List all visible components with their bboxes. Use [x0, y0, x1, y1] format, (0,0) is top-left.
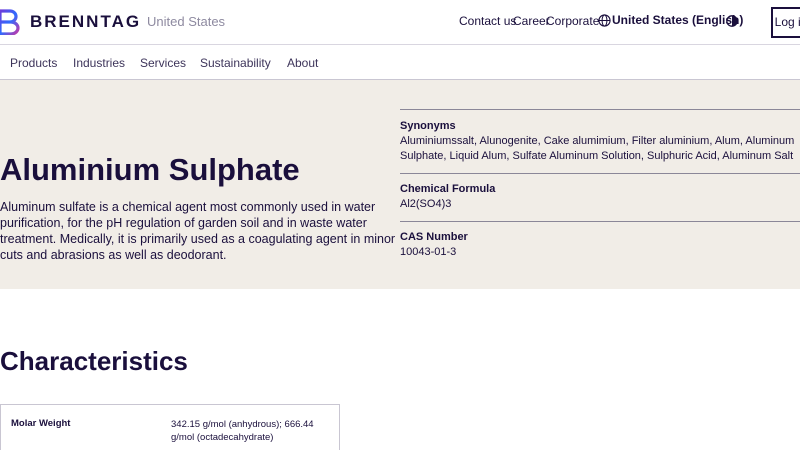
- language-label: United States (English): [612, 13, 744, 27]
- nav-item-sustainability[interactable]: Sustainability: [200, 56, 271, 70]
- molar-weight-label: Molar Weight: [11, 418, 71, 429]
- contrast-icon[interactable]: [726, 15, 738, 27]
- synonyms-label: Synonyms: [400, 120, 456, 132]
- main-nav: Products Industries Services Sustainabil…: [0, 45, 800, 80]
- cas-block: CAS Number 10043-01-3: [400, 221, 800, 260]
- language-selector[interactable]: United States (English): [598, 13, 743, 27]
- login-button[interactable]: Log in: [771, 7, 800, 38]
- characteristics-heading: Characteristics: [0, 346, 188, 376]
- formula-block: Chemical Formula Al2(SO4)3: [400, 173, 800, 221]
- cas-value: 10043-01-3: [400, 246, 457, 258]
- brand-logo[interactable]: BRENNTAG: [0, 9, 141, 35]
- site-header: BRENNTAG United States Contact us Career…: [0, 0, 800, 45]
- contact-link[interactable]: Contact us: [459, 14, 516, 28]
- globe-icon: [598, 13, 611, 27]
- product-properties: Synonyms Aluminiumssalt, Alunogenite, Ca…: [400, 109, 800, 260]
- nav-item-services[interactable]: Services: [140, 56, 186, 70]
- synonyms-value-line-2: Sulphate, Liquid Alum, Sulfate Aluminum …: [400, 150, 794, 162]
- product-hero: Aluminium Sulphate Aluminum sulfate is a…: [0, 80, 800, 289]
- molar-weight-value: 342.15 g/mol (anhydrous); 666.44 g/mol (…: [171, 419, 314, 443]
- synonyms-block: Synonyms Aluminiumssalt, Alunogenite, Ca…: [400, 109, 800, 173]
- characteristics-table: Molar Weight 342.15 g/mol (anhydrous); 6…: [0, 404, 340, 450]
- country-selector[interactable]: United States: [147, 14, 225, 29]
- nav-item-products[interactable]: Products: [10, 56, 57, 70]
- nav-item-industries[interactable]: Industries: [73, 56, 125, 70]
- product-description: Aluminum sulfate is a chemical agent mos…: [0, 200, 396, 262]
- synonyms-value-line-1: Aluminiumssalt, Alunogenite, Cake alumim…: [400, 135, 795, 147]
- brand-name: BRENNTAG: [30, 12, 142, 31]
- cas-label: CAS Number: [400, 231, 468, 243]
- corporate-link[interactable]: Corporate: [546, 14, 599, 28]
- nav-item-about[interactable]: About: [287, 56, 318, 70]
- formula-label: Chemical Formula: [400, 183, 496, 195]
- product-title: Aluminium Sulphate: [0, 152, 300, 187]
- formula-value: Al2(SO4)3: [400, 198, 452, 210]
- brenntag-logo-icon: [0, 9, 20, 35]
- career-link[interactable]: Career: [513, 14, 550, 28]
